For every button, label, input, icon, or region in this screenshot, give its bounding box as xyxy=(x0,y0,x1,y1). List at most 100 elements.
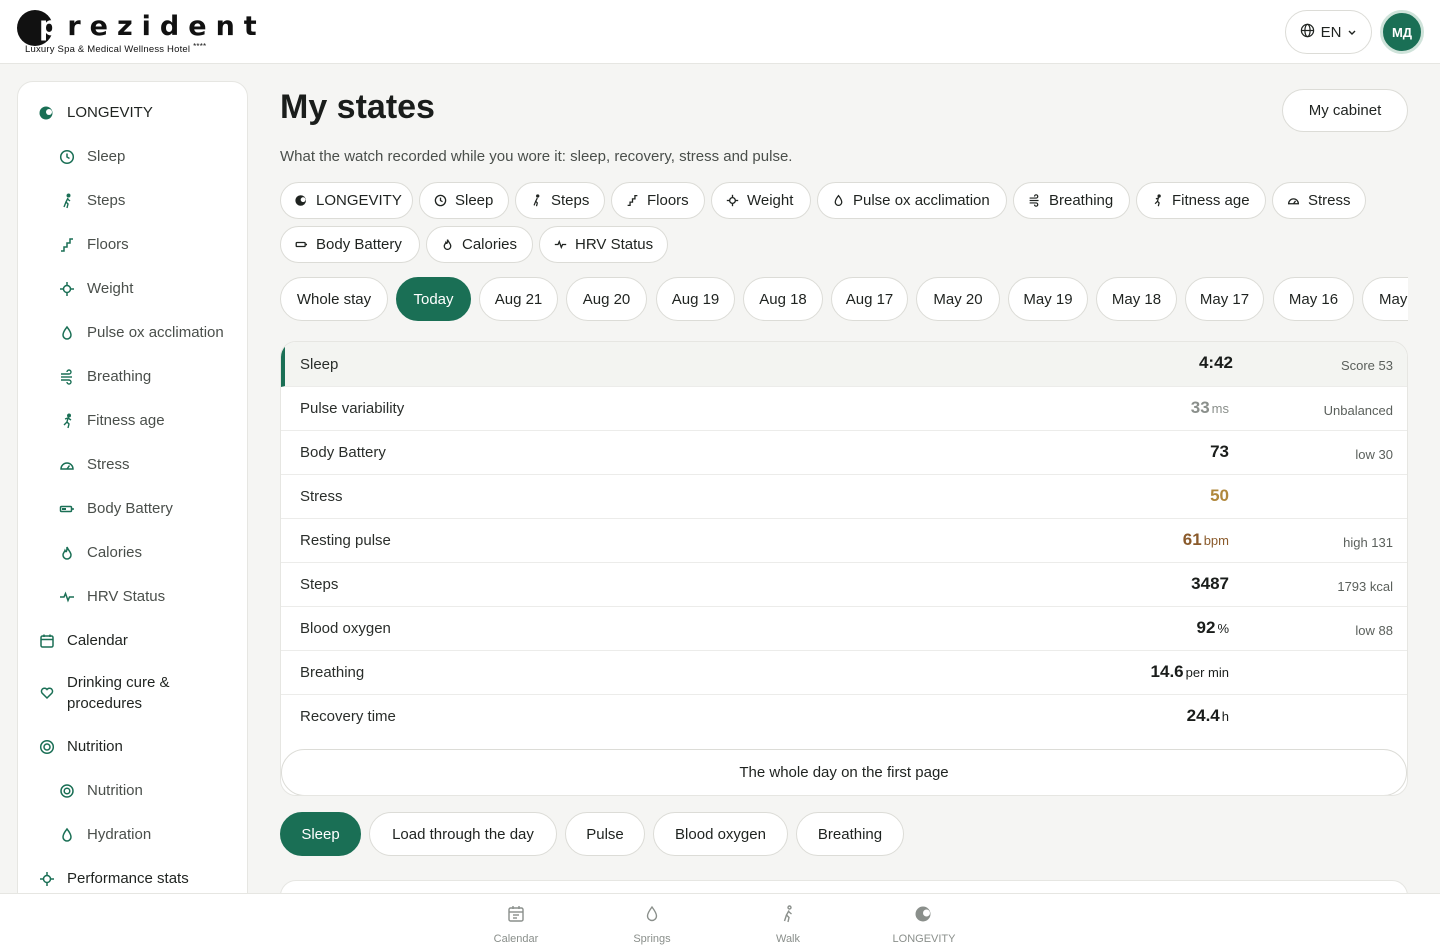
date-pill-may-16[interactable]: May 16 xyxy=(1273,277,1354,321)
user-avatar[interactable]: МД xyxy=(1380,10,1424,54)
chip-calories[interactable]: Calories xyxy=(426,226,533,263)
clock-icon xyxy=(59,149,75,165)
tab-sleep[interactable]: Sleep xyxy=(280,812,361,856)
whole-day-button[interactable]: The whole day on the first page xyxy=(281,749,1407,795)
sidebar-item-label: Drinking cure & procedures xyxy=(67,674,170,712)
wind-icon xyxy=(1028,194,1041,207)
sidebar-item-body-battery[interactable]: Body Battery xyxy=(59,500,173,517)
chip-sleep[interactable]: Sleep xyxy=(419,182,509,219)
sidebar-item-stress[interactable]: Stress xyxy=(59,456,130,473)
chevron-down-icon xyxy=(1347,24,1357,41)
chip-pulse-ox[interactable]: Pulse ox acclimation xyxy=(817,182,1007,219)
sidebar-item-label: Stress xyxy=(87,456,130,473)
date-pill-may-19[interactable]: May 19 xyxy=(1008,277,1088,321)
table-row-recovery-time[interactable]: Recovery time 24.4 h xyxy=(281,695,1407,739)
sidebar-item-calendar[interactable]: Calendar xyxy=(39,632,128,649)
row-label: Pulse variability xyxy=(300,400,405,417)
date-pill-aug-17[interactable]: Aug 17 xyxy=(831,277,908,321)
sidebar-item-label: Fitness age xyxy=(87,412,165,429)
row-value: 3487 xyxy=(1191,574,1229,593)
sidebar-item-fitness-age[interactable]: Fitness age xyxy=(59,412,165,429)
sidebar-item-label: Floors xyxy=(87,236,129,253)
target-icon xyxy=(59,783,75,799)
sidebar-item-label: LONGEVITY xyxy=(67,104,153,121)
table-row-sleep[interactable]: Sleep 4:42 Score 53 xyxy=(281,342,1407,387)
row-label: Breathing xyxy=(300,664,365,681)
sidebar-item-nutrition[interactable]: Nutrition xyxy=(39,738,123,755)
flame-icon xyxy=(441,238,454,251)
sidebar-item-label: Hydration xyxy=(87,826,152,843)
hotel-logo[interactable]: prezident Luxury Spa & Medical Wellness … xyxy=(17,9,257,57)
bottom-nav-springs[interactable]: Springs xyxy=(602,904,702,945)
date-pill-whole-stay[interactable]: Whole stay xyxy=(280,277,388,321)
table-row-stress[interactable]: Stress 50 xyxy=(281,475,1407,519)
bottom-nav-walk[interactable]: Walk xyxy=(738,904,838,945)
sidebar-item-weight[interactable]: Weight xyxy=(59,280,133,297)
sidebar-item-breathing[interactable]: Breathing xyxy=(59,368,151,385)
date-pill-today[interactable]: Today xyxy=(396,277,471,321)
drop-icon xyxy=(59,325,75,341)
date-pill-aug-19[interactable]: Aug 19 xyxy=(656,277,735,321)
my-cabinet-button[interactable]: My cabinet xyxy=(1282,89,1408,132)
table-row-resting-pulse[interactable]: Resting pulse 61 bpm high 131 xyxy=(281,519,1407,563)
sidebar-item-pulse-ox[interactable]: Pulse ox acclimation xyxy=(59,324,224,341)
chip-steps[interactable]: Steps xyxy=(515,182,605,219)
chip-label: Breathing xyxy=(1049,192,1114,209)
drop-icon xyxy=(642,904,662,933)
bottom-nav-calendar[interactable]: Calendar xyxy=(466,904,566,945)
date-label: Aug 18 xyxy=(759,290,807,308)
walk-icon xyxy=(59,193,75,209)
tab-breathing[interactable]: Breathing xyxy=(796,812,904,856)
date-pill-may-20[interactable]: May 20 xyxy=(916,277,1000,321)
tab-load-through-the-day[interactable]: Load through the day xyxy=(369,812,557,856)
clock-icon xyxy=(434,194,447,207)
date-label: Aug 20 xyxy=(582,290,631,308)
table-row-breathing[interactable]: Breathing 14.6 per min xyxy=(281,651,1407,695)
sidebar-item-sleep[interactable]: Sleep xyxy=(59,148,125,165)
row-note: 1793 kcal xyxy=(1337,579,1393,594)
date-pill-aug-20[interactable]: Aug 20 xyxy=(566,277,647,321)
bottom-nav-label: LONGEVITY xyxy=(892,933,956,945)
date-label: Aug 19 xyxy=(671,290,720,308)
sidebar-item-steps[interactable]: Steps xyxy=(59,192,125,209)
date-pill-may-17[interactable]: May 17 xyxy=(1185,277,1264,321)
bottom-nav-longevity[interactable]: LONGEVITY xyxy=(874,904,974,945)
tab-pulse[interactable]: Pulse xyxy=(565,812,645,856)
run-icon xyxy=(1151,194,1164,207)
sidebar-item-nutrition-sub[interactable]: Nutrition xyxy=(59,782,143,799)
date-pill-aug-21[interactable]: Aug 21 xyxy=(479,277,558,321)
chip-body-battery[interactable]: Body Battery xyxy=(280,226,420,263)
sidebar-item-performance[interactable]: Performance stats xyxy=(39,870,189,887)
sidebar-item-calories[interactable]: Calories xyxy=(59,544,142,561)
date-label: May 20 xyxy=(933,290,983,308)
date-pill-aug-18[interactable]: Aug 18 xyxy=(743,277,823,321)
chip-label: Weight xyxy=(747,192,794,209)
table-row-body-battery[interactable]: Body Battery 73 low 30 xyxy=(281,431,1407,475)
chip-hrv-status[interactable]: HRV Status xyxy=(539,226,668,263)
table-row-blood-oxygen[interactable]: Blood oxygen 92% low 88 xyxy=(281,607,1407,651)
row-label: Steps xyxy=(300,576,339,593)
battery-icon xyxy=(59,501,75,517)
chip-stress[interactable]: Stress xyxy=(1272,182,1366,219)
tab-blood-oxygen[interactable]: Blood oxygen xyxy=(653,812,788,856)
chip-breathing[interactable]: Breathing xyxy=(1013,182,1130,219)
table-row-steps[interactable]: Steps 3487 1793 kcal xyxy=(281,563,1407,607)
table-row-pulse-variability[interactable]: Pulse variability 33 ms Unbalanced xyxy=(281,387,1407,431)
language-selector[interactable]: EN xyxy=(1285,10,1372,54)
bottom-nav-label: Springs xyxy=(633,933,671,945)
sidebar-item-floors[interactable]: Floors xyxy=(59,236,129,253)
sidebar-item-label: HRV Status xyxy=(87,588,166,605)
sidebar-item-drinking-cure[interactable]: Drinking cure & procedures xyxy=(39,672,207,714)
date-pill-may-18[interactable]: May 18 xyxy=(1096,277,1177,321)
chip-longevity[interactable]: LONGEVITY xyxy=(280,182,413,219)
date-label: Today xyxy=(413,290,454,308)
drop-icon xyxy=(59,827,75,843)
whole-day-label: The whole day on the first page xyxy=(739,764,949,781)
sidebar-item-hrv-status[interactable]: HRV Status xyxy=(59,588,165,605)
chip-floors[interactable]: Floors xyxy=(611,182,705,219)
chip-fitness-age[interactable]: Fitness age xyxy=(1136,182,1266,219)
chip-weight[interactable]: Weight xyxy=(711,182,811,219)
sidebar-item-longevity[interactable]: LONGEVITY xyxy=(39,104,153,121)
date-pill-may-15[interactable]: May 15 xyxy=(1362,277,1408,321)
sidebar-item-hydration[interactable]: Hydration xyxy=(59,826,151,843)
